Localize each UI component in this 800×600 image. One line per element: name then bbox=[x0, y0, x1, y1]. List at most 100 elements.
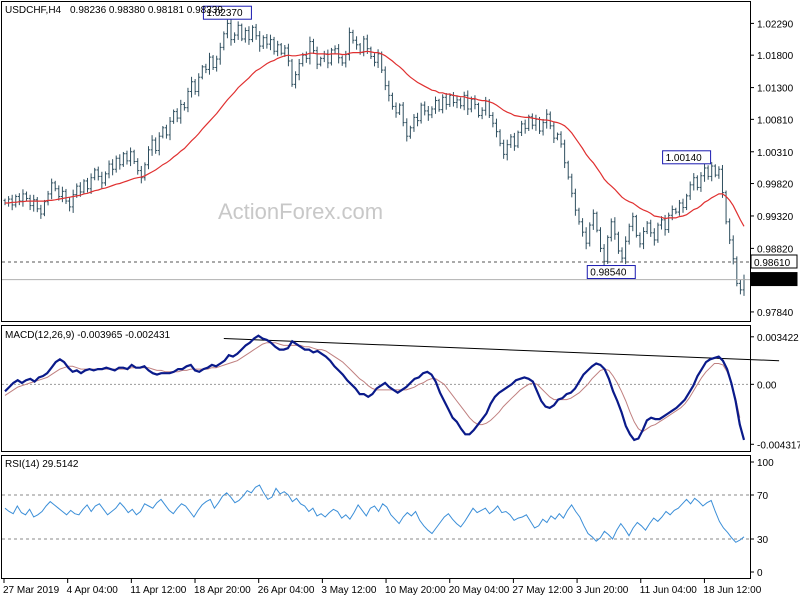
candle bbox=[634, 214, 638, 238]
candle bbox=[419, 102, 423, 124]
candle bbox=[369, 46, 373, 59]
rsi-axis-label: 0 bbox=[757, 568, 763, 579]
candle bbox=[172, 109, 176, 124]
candle bbox=[211, 55, 215, 71]
candle bbox=[566, 160, 570, 180]
candle bbox=[695, 175, 699, 191]
candle bbox=[103, 171, 107, 186]
candle bbox=[516, 130, 520, 149]
candle bbox=[60, 186, 64, 203]
candle bbox=[229, 18, 233, 46]
rsi-pane bbox=[2, 484, 750, 543]
candle bbox=[279, 43, 283, 56]
candle bbox=[175, 108, 179, 123]
candle bbox=[685, 193, 689, 211]
candle bbox=[430, 106, 434, 119]
candle bbox=[215, 55, 219, 72]
candle bbox=[534, 114, 538, 131]
candle bbox=[373, 53, 376, 67]
candle bbox=[649, 219, 653, 237]
candle bbox=[699, 172, 703, 192]
candle bbox=[39, 204, 43, 219]
candle bbox=[7, 196, 11, 207]
candle bbox=[416, 112, 420, 127]
candle bbox=[437, 98, 441, 112]
candle bbox=[46, 190, 50, 206]
candle bbox=[21, 189, 25, 207]
price-annotation-label: 0.98540 bbox=[590, 268, 627, 279]
candle bbox=[433, 96, 437, 114]
chart-canvas: ActionForex.com 1.023701.001400.98540 1.… bbox=[1, 1, 800, 596]
candle bbox=[218, 42, 222, 65]
candle bbox=[154, 137, 158, 154]
candle bbox=[139, 165, 143, 184]
candle bbox=[645, 221, 649, 235]
current-price-tag-label: 0.98339 bbox=[754, 276, 791, 287]
candle bbox=[14, 194, 18, 208]
candle bbox=[240, 23, 244, 42]
candle bbox=[347, 27, 351, 61]
candle bbox=[136, 158, 140, 175]
candle bbox=[742, 274, 746, 296]
candle bbox=[53, 180, 57, 192]
candle bbox=[146, 146, 150, 170]
price-axis-label: 1.01300 bbox=[757, 84, 794, 95]
candle bbox=[64, 188, 68, 204]
candle bbox=[713, 164, 717, 178]
candle bbox=[441, 94, 445, 114]
candle bbox=[294, 71, 298, 89]
candle bbox=[157, 132, 161, 156]
candle bbox=[276, 40, 280, 57]
candle bbox=[182, 102, 186, 111]
candle bbox=[631, 212, 635, 232]
candle bbox=[351, 29, 355, 44]
candle bbox=[426, 105, 430, 121]
price-annotation-label: 1.00140 bbox=[666, 153, 703, 164]
candle bbox=[121, 151, 125, 167]
x-axis-label: 11 Jun 04:00 bbox=[640, 585, 698, 596]
candle bbox=[738, 279, 742, 295]
candle bbox=[322, 50, 326, 63]
candle bbox=[459, 97, 463, 109]
candle bbox=[710, 162, 714, 182]
candle bbox=[656, 222, 660, 243]
candle bbox=[559, 131, 563, 148]
candle bbox=[520, 120, 524, 137]
macd-signal-line bbox=[4, 342, 741, 433]
x-axis-label: 26 Apr 04:00 bbox=[258, 585, 315, 596]
x-axis-label: 18 Apr 20:00 bbox=[194, 585, 251, 596]
x-axis-label: 11 Apr 12:00 bbox=[130, 585, 186, 596]
candle bbox=[703, 163, 707, 182]
candle bbox=[89, 173, 93, 194]
candle bbox=[390, 92, 394, 110]
candle bbox=[150, 135, 154, 156]
candle bbox=[677, 199, 681, 216]
candle bbox=[340, 55, 344, 66]
candle bbox=[588, 222, 592, 247]
candle bbox=[268, 34, 272, 51]
candle bbox=[466, 90, 470, 116]
candle bbox=[505, 139, 509, 161]
macd-line bbox=[4, 334, 746, 442]
candle bbox=[93, 167, 97, 181]
rsi-line bbox=[4, 484, 745, 543]
candle bbox=[423, 101, 427, 116]
candle bbox=[473, 95, 477, 110]
candle bbox=[118, 154, 122, 170]
candle bbox=[688, 181, 692, 200]
x-axis-label: 18 Jun 12:00 bbox=[703, 585, 761, 596]
candle bbox=[68, 197, 72, 212]
candle bbox=[35, 197, 39, 213]
candle bbox=[599, 227, 603, 253]
candle bbox=[50, 178, 54, 200]
candle bbox=[606, 235, 610, 264]
candle bbox=[570, 173, 574, 198]
candle bbox=[735, 256, 739, 287]
price-axis-label: 1.00310 bbox=[757, 148, 794, 159]
candle bbox=[627, 223, 631, 245]
candle bbox=[261, 35, 265, 50]
candle bbox=[193, 79, 197, 95]
candle bbox=[355, 36, 359, 50]
candle bbox=[577, 207, 581, 225]
candle bbox=[620, 247, 624, 263]
